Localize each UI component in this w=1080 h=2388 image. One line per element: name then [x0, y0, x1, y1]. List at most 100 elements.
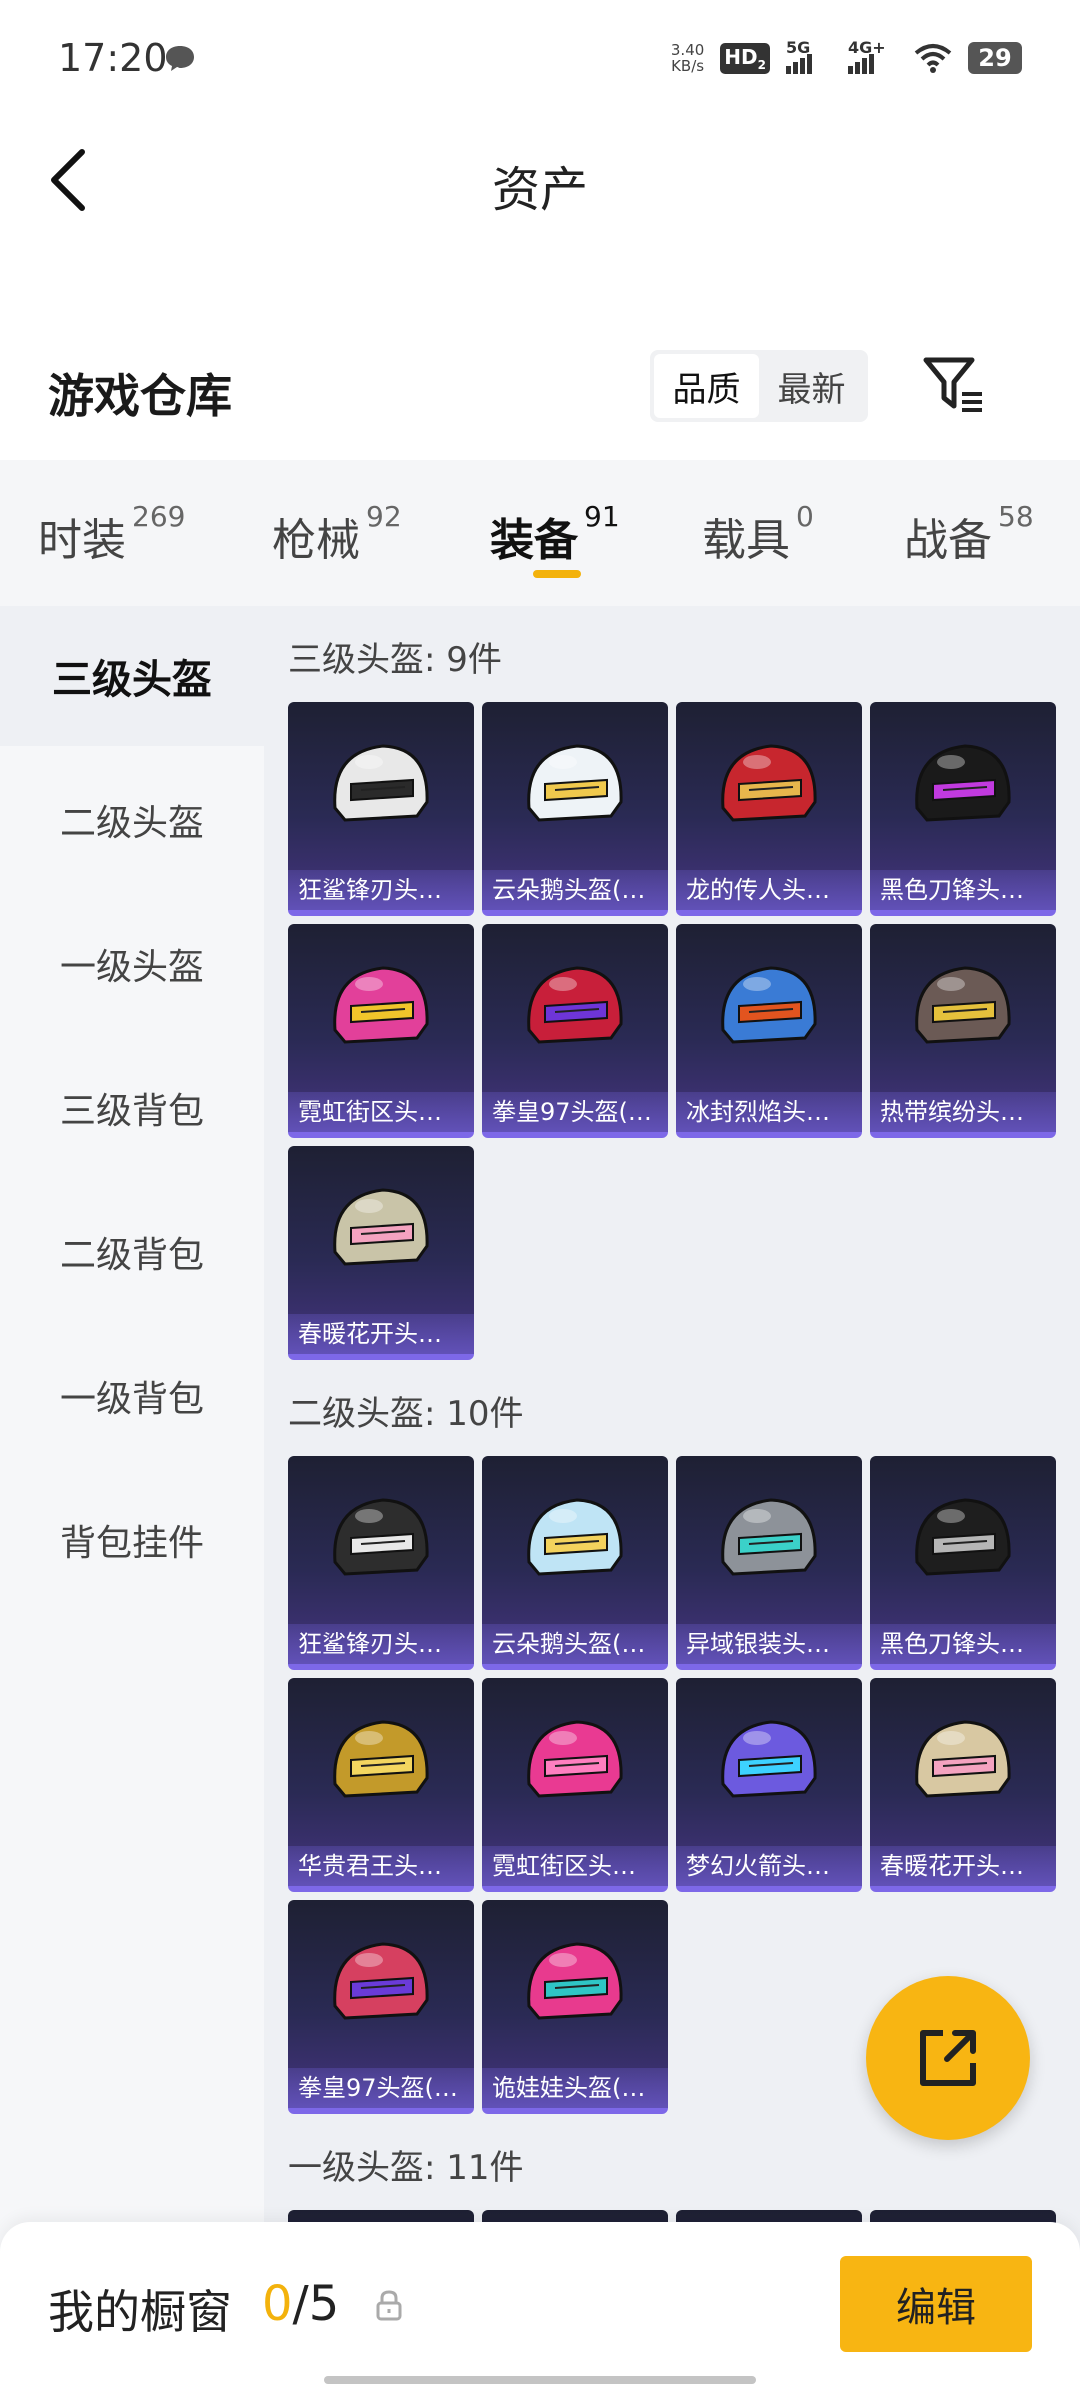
share-button[interactable] — [866, 1976, 1030, 2140]
item-card-label: 春暖花开头… — [288, 1314, 474, 1354]
hd-label: HD — [724, 44, 758, 69]
item-card-label: 云朵鹅头盔(… — [482, 870, 668, 910]
status-time: 17:20 — [58, 36, 168, 80]
tab-guns[interactable]: 枪械 92 — [272, 500, 402, 568]
share-icon — [920, 2030, 976, 2086]
page-title: 资产 — [491, 162, 588, 218]
helmet-icon — [915, 1498, 1011, 1576]
item-card[interactable]: 热带缤纷头… — [870, 924, 1056, 1138]
tab-count: 58 — [998, 500, 1034, 533]
item-card[interactable]: 狂鲨锋刃头… — [288, 702, 474, 916]
sidebar: 三级头盔 二级头盔 一级头盔 三级背包 二级背包 一级背包 背包挂件 — [0, 606, 264, 2388]
signal-4g-icon: 4G+ — [848, 38, 898, 74]
tab-fashion[interactable]: 时装 269 — [38, 500, 185, 568]
sidebar-item-level2-backpack[interactable]: 二级背包 — [0, 1182, 264, 1322]
item-card-label: 霓虹街区头… — [288, 1092, 474, 1132]
helmet-icon — [721, 744, 817, 822]
item-card[interactable]: 龙的传人头… — [676, 702, 862, 916]
item-card-label: 梦幻火箭头… — [676, 1846, 862, 1886]
edit-button[interactable]: 编辑 — [840, 2256, 1032, 2352]
tab-vehicles[interactable]: 载具 0 — [702, 500, 814, 568]
item-card-label: 黑色刀锋头… — [870, 870, 1056, 910]
showcase-count: 0/5 — [262, 2276, 339, 2332]
sidebar-item-level2-helmet[interactable]: 二级头盔 — [0, 750, 264, 890]
helmet-icon — [915, 744, 1011, 822]
item-card-label: 诡娃娃头盔(… — [482, 2068, 668, 2108]
hd-icon: HD2 — [720, 42, 770, 74]
category-tabs: 时装 269 枪械 92 装备 91 载具 0 战备 58 — [0, 460, 1080, 606]
tab-equipment[interactable]: 装备 91 — [490, 500, 620, 568]
group-title-level3: 三级头盔: 9件 — [288, 640, 502, 680]
battery-icon: 29 — [968, 42, 1022, 74]
tab-label: 装备 — [490, 515, 578, 566]
item-card[interactable]: 霓虹街区头… — [482, 1678, 668, 1892]
item-card[interactable]: 梦幻火箭头… — [676, 1678, 862, 1892]
helmet-icon — [333, 966, 429, 1044]
item-card[interactable]: 冰封烈焰头… — [676, 924, 862, 1138]
signal-4g-label: 4G+ — [848, 38, 886, 57]
tab-label: 时装 — [38, 515, 126, 566]
wifi-icon — [914, 44, 952, 73]
helmet-icon — [333, 1720, 429, 1798]
signal-5g-icon: 5G — [786, 38, 832, 74]
item-card-label: 龙的传人头… — [676, 870, 862, 910]
tab-count: 91 — [584, 500, 620, 533]
item-card[interactable]: 黑色刀锋头… — [870, 1456, 1056, 1670]
item-card-label: 狂鲨锋刃头… — [288, 870, 474, 910]
sidebar-item-backpack-charm[interactable]: 背包挂件 — [0, 1470, 264, 1610]
item-card[interactable]: 拳皇97头盔(… — [288, 1900, 474, 2114]
active-tab-indicator — [533, 570, 581, 578]
item-card[interactable]: 华贵君王头… — [288, 1678, 474, 1892]
item-card-label: 异域银装头… — [676, 1624, 862, 1664]
item-card[interactable]: 云朵鹅头盔(… — [482, 702, 668, 916]
helmet-icon — [527, 744, 623, 822]
helmet-icon — [721, 966, 817, 1044]
item-card[interactable]: 诡娃娃头盔(… — [482, 1900, 668, 2114]
item-grid-level3: 狂鲨锋刃头… 云朵鹅头盔(… 龙的传人头… 黑色刀锋头… 霓虹街区头… 拳皇97头盔(… 冰… — [288, 702, 1056, 1360]
sidebar-item-level1-backpack[interactable]: 一级背包 — [0, 1326, 264, 1466]
hd-sub: 2 — [757, 57, 766, 72]
item-card[interactable]: 狂鲨锋刃头… — [288, 1456, 474, 1670]
tab-count: 0 — [796, 500, 814, 533]
helmet-icon — [527, 1942, 623, 2020]
helmet-icon — [333, 1942, 429, 2020]
helmet-icon — [721, 1498, 817, 1576]
helmet-icon — [527, 1498, 623, 1576]
status-bar: 17:20 3.40 KB/s HD2 5G 4G+ 29 — [0, 0, 1080, 120]
helmet-icon — [333, 1188, 429, 1266]
tab-label: 载具 — [702, 515, 790, 566]
item-card-label: 霓虹街区头… — [482, 1846, 668, 1886]
net-speed: 3.40 KB/s — [671, 42, 704, 74]
item-card[interactable]: 拳皇97头盔(… — [482, 924, 668, 1138]
tab-label: 枪械 — [272, 515, 360, 566]
item-card-label: 黑色刀锋头… — [870, 1624, 1056, 1664]
item-card[interactable]: 霓虹街区头… — [288, 924, 474, 1138]
group-title-level1: 一级头盔: 11件 — [288, 2148, 524, 2188]
status-icons: 3.40 KB/s HD2 5G 4G+ 29 — [671, 38, 1022, 78]
tab-supplies[interactable]: 战备 58 — [904, 500, 1034, 568]
sidebar-item-level1-helmet[interactable]: 一级头盔 — [0, 894, 264, 1034]
item-card[interactable]: 云朵鹅头盔(… — [482, 1456, 668, 1670]
sort-toggle: 品质 最新 — [650, 350, 868, 422]
sidebar-item-level3-helmet[interactable]: 三级头盔 — [0, 606, 264, 746]
item-card[interactable]: 黑色刀锋头… — [870, 702, 1056, 916]
helmet-icon — [527, 966, 623, 1044]
chat-notification-icon — [166, 46, 194, 71]
tab-count: 92 — [366, 500, 402, 533]
tab-count: 269 — [132, 500, 186, 533]
item-card-label: 冰封烈焰头… — [676, 1092, 862, 1132]
item-card[interactable]: 异域银装头… — [676, 1456, 862, 1670]
item-card-label: 狂鲨锋刃头… — [288, 1624, 474, 1664]
sort-option-quality[interactable]: 品质 — [654, 354, 759, 418]
item-card[interactable]: 春暖花开头… — [870, 1678, 1056, 1892]
showcase-filled: 0 — [262, 2276, 293, 2332]
lock-icon — [376, 2290, 402, 2321]
sidebar-item-level3-backpack[interactable]: 三级背包 — [0, 1038, 264, 1178]
showcase-total: /5 — [292, 2276, 340, 2332]
item-card-label: 拳皇97头盔(… — [288, 2068, 474, 2108]
item-card[interactable]: 春暖花开头… — [288, 1146, 474, 1360]
filter-icon[interactable] — [920, 350, 990, 420]
home-indicator — [324, 2376, 756, 2384]
helmet-icon — [333, 744, 429, 822]
sort-option-newest[interactable]: 最新 — [759, 354, 864, 418]
